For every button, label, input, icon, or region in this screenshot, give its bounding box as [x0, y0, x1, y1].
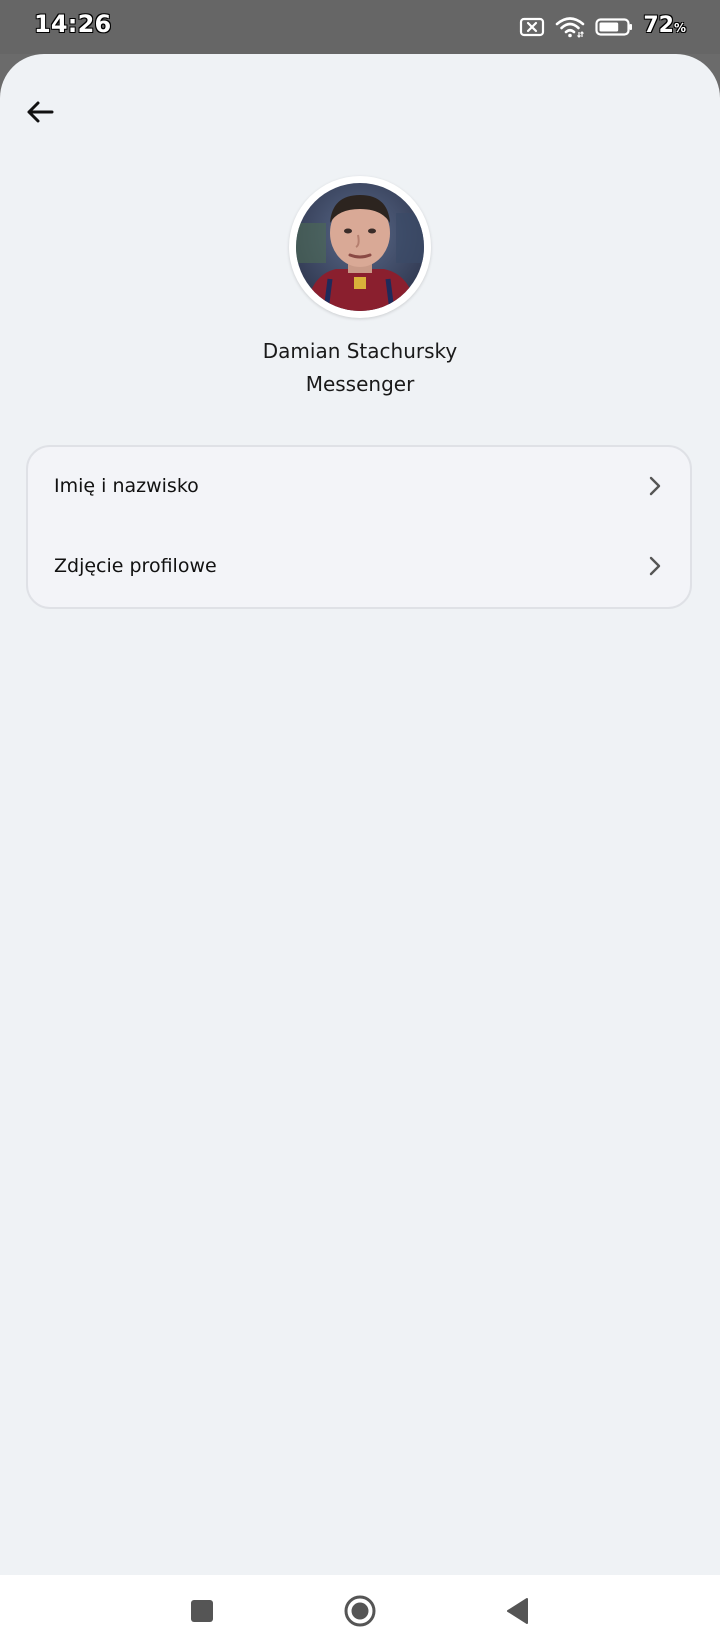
- avatar-photo: [296, 183, 424, 311]
- recents-button[interactable]: [180, 1591, 224, 1635]
- arrow-left-icon: [25, 100, 55, 128]
- nav-back-button[interactable]: [496, 1591, 540, 1635]
- settings-item-label: Zdjęcie profilowe: [54, 555, 217, 577]
- wifi-icon: [555, 16, 585, 38]
- profile-name: Damian Stachursky: [262, 339, 458, 363]
- avatar: [289, 176, 431, 318]
- settings-item-label: Imię i nazwisko: [54, 475, 199, 497]
- profile-app-name: Messenger: [305, 372, 415, 396]
- no-sim-icon: [519, 17, 545, 37]
- back-button[interactable]: [20, 94, 60, 134]
- status-time: 14:26: [34, 10, 112, 38]
- navigation-bar: [0, 1575, 720, 1650]
- settings-item-name[interactable]: Imię i nazwisko: [28, 447, 690, 527]
- status-bar: 14:26 72%: [0, 0, 720, 54]
- home-icon: [343, 1594, 377, 1632]
- settings-card: Imię i nazwisko Zdjęcie profilowe: [26, 445, 692, 609]
- chevron-right-icon: [648, 555, 662, 577]
- status-icons: 72%: [519, 12, 686, 42]
- settings-item-profile-photo[interactable]: Zdjęcie profilowe: [28, 527, 690, 607]
- back-triangle-icon: [505, 1597, 531, 1629]
- home-button[interactable]: [338, 1591, 382, 1635]
- battery-icon: [595, 17, 633, 37]
- chevron-right-icon: [648, 475, 662, 497]
- profile-sheet: Damian Stachursky Messenger Imię i nazwi…: [0, 54, 720, 1575]
- battery-percent: 72%: [643, 13, 686, 38]
- recents-icon: [189, 1598, 215, 1628]
